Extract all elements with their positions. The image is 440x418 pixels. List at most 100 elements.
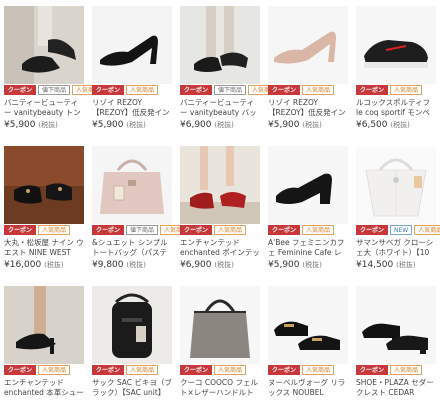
popular-badge: 人気商品 xyxy=(126,365,159,375)
badge-group: クーポン 人気商品 xyxy=(356,365,423,375)
product-card[interactable]: クーポン 値下商品 人気商品 バニティービューティー vanitybeauty … xyxy=(180,6,281,138)
product-price: ¥5,900 (税抜) xyxy=(268,260,322,270)
coupon-badge: クーポン xyxy=(4,225,37,235)
coupon-badge: クーポン xyxy=(268,225,301,235)
product-card[interactable]: クーポン 人気商品 エンチャンテッド enchanted 本革シューテ xyxy=(4,286,84,418)
product-image[interactable] xyxy=(356,286,436,364)
product-price: ¥6,500 (税抜) xyxy=(356,120,410,130)
badge-group: クーポン 人気商品 xyxy=(4,225,71,235)
badge-group: クーポン 人気商品 xyxy=(92,365,159,375)
badge-group: クーポン 人気商品 xyxy=(180,225,247,235)
popular-badge: 人気商品 xyxy=(390,365,423,375)
product-card[interactable]: クーポン 人気商品 ルコックスポルティフ le coq sportif モンペリ… xyxy=(356,6,436,138)
product-name[interactable]: SHOE・PLAZA セダークレスト CEDAR CREST キ xyxy=(356,378,436,398)
discount-badge: 値下商品 xyxy=(126,225,159,235)
product-card[interactable]: クーポン 人気商品 A'Bee フェミニンカフェ Feminine Cafe レ… xyxy=(268,146,348,278)
product-name[interactable]: リゾイ REZOY 【REZOY】低反発インソ xyxy=(268,98,348,118)
product-name[interactable]: リゾイ REZOY 【REZOY】低反発インソ xyxy=(92,98,172,118)
coupon-badge: クーポン xyxy=(180,365,213,375)
product-grid: クーポン 値下商品 人気商品 バニティービューティー vanitybeauty … xyxy=(0,0,440,400)
badge-group: クーポン 人気商品 xyxy=(92,85,159,95)
coupon-badge: クーポン xyxy=(356,225,389,235)
product-image[interactable] xyxy=(356,146,436,224)
popular-badge: 人気商品 xyxy=(214,365,247,375)
product-image[interactable] xyxy=(92,146,172,224)
product-name[interactable]: A'Bee フェミニンカフェ Feminine Cafe レディー xyxy=(268,238,348,258)
coupon-badge: クーポン xyxy=(268,365,301,375)
product-name[interactable]: ルコックスポルティフ le coq sportif モンペリエ II xyxy=(356,98,436,118)
popular-badge: 人気商品 xyxy=(302,365,335,375)
product-name[interactable]: 大丸・松坂屋 ナイン ウエスト NINE WEST xyxy=(4,238,84,258)
popular-badge: 人気商品 xyxy=(390,85,423,95)
product-image[interactable] xyxy=(180,286,260,364)
product-name[interactable]: &シュエット シンプルトートバッグ（パステル）(ベ xyxy=(92,238,172,258)
product-card[interactable]: クーポン NEW 人気商品 サマンサベガ クローシェ大（ホワイト）【10月上 ¥… xyxy=(356,146,440,278)
product-name[interactable]: ヌーベルヴォーグ リラックス NOUBEL VOUG xyxy=(268,378,348,398)
product-image[interactable] xyxy=(4,146,84,224)
product-card[interactable]: クーポン 人気商品 サック SAC ビキヨ（ブラック）【SAC unit】 xyxy=(92,286,172,418)
product-name[interactable]: サマンサベガ クローシェ大（ホワイト）【10月上 xyxy=(356,238,436,258)
product-price: ¥14,500 (税抜) xyxy=(356,260,416,270)
popular-badge: 人気商品 xyxy=(126,85,159,95)
product-name[interactable]: エンチャンテッド enchanted 本革シューテ xyxy=(4,378,84,398)
coupon-badge: クーポン xyxy=(356,365,389,375)
badge-group: クーポン 人気商品 xyxy=(268,225,335,235)
product-name[interactable]: バニティービューティー vanitybeauty バックジッ xyxy=(180,98,260,118)
product-name[interactable]: クーコ COOCO フェルト×レザーハンドルトートバッ xyxy=(180,378,260,398)
popular-badge: 人気商品 xyxy=(302,85,335,95)
coupon-badge: クーポン xyxy=(180,225,213,235)
coupon-badge: クーポン xyxy=(4,85,37,95)
product-image[interactable] xyxy=(180,146,260,224)
product-price: ¥9,800 (税抜) xyxy=(92,260,146,270)
product-card[interactable]: クーポン 値下商品 人気商品 &シュエット シンプルトートバッグ（パステル）(ベ… xyxy=(92,146,193,278)
coupon-badge: クーポン xyxy=(92,85,125,95)
product-card[interactable]: クーポン 人気商品 大丸・松坂屋 ナイン ウエスト NINE WEST ¥16,… xyxy=(4,146,84,278)
product-image[interactable] xyxy=(268,286,348,364)
product-card[interactable]: クーポン 人気商品 リゾイ REZOY 【REZOY】低反発インソ ¥5,900… xyxy=(268,6,348,138)
product-image[interactable] xyxy=(92,6,172,84)
popular-badge: 人気商品 xyxy=(302,225,335,235)
badge-group: クーポン 人気商品 xyxy=(268,365,335,375)
product-price: ¥5,900 (税抜) xyxy=(268,120,322,130)
product-image[interactable] xyxy=(268,6,348,84)
product-price: ¥5,900 (税抜) xyxy=(4,120,58,130)
product-price: ¥5,900 (税抜) xyxy=(92,120,146,130)
popular-badge: 人気商品 xyxy=(214,225,247,235)
product-image[interactable] xyxy=(4,286,84,364)
badge-group: クーポン 人気商品 xyxy=(356,85,423,95)
badge-group: クーポン 値下商品 人気商品 xyxy=(4,85,105,95)
popular-badge: 人気商品 xyxy=(38,365,71,375)
product-card[interactable]: クーポン 人気商品 リゾイ REZOY 【REZOY】低反発インソ ¥5,900… xyxy=(92,6,172,138)
product-image[interactable] xyxy=(180,6,260,84)
product-card[interactable]: クーポン 人気商品 エンチャンテッド enchanted ポインテッド ¥6,9… xyxy=(180,146,260,278)
product-name[interactable]: エンチャンテッド enchanted ポインテッド xyxy=(180,238,260,258)
product-image[interactable] xyxy=(4,6,84,84)
badge-group: クーポン NEW 人気商品 xyxy=(356,225,440,235)
badge-group: クーポン 人気商品 xyxy=(180,365,247,375)
popular-badge: 人気商品 xyxy=(414,225,440,235)
product-image[interactable] xyxy=(268,146,348,224)
product-card[interactable]: クーポン 値下商品 人気商品 バニティービューティー vanitybeauty … xyxy=(4,6,105,138)
popular-badge: 人気商品 xyxy=(38,225,71,235)
product-card[interactable]: クーポン 人気商品 クーコ COOCO フェルト×レザーハンドルトートバッ xyxy=(180,286,260,418)
badge-group: クーポン 値下商品 人気商品 xyxy=(92,225,193,235)
product-name[interactable]: サック SAC ビキヨ（ブラック）【SAC unit】 xyxy=(92,378,172,398)
product-price: ¥6,900 (税抜) xyxy=(180,260,234,270)
discount-badge: 値下商品 xyxy=(38,85,71,95)
badge-group: クーポン 値下商品 人気商品 xyxy=(180,85,281,95)
product-card[interactable]: クーポン 人気商品 ヌーベルヴォーグ リラックス NOUBEL VOUG xyxy=(268,286,348,418)
coupon-badge: クーポン xyxy=(268,85,301,95)
product-price: ¥16,000 (税抜) xyxy=(4,260,64,270)
product-image[interactable] xyxy=(356,6,436,84)
coupon-badge: クーポン xyxy=(92,225,125,235)
product-price: ¥6,900 (税抜) xyxy=(180,120,234,130)
discount-badge: 値下商品 xyxy=(214,85,247,95)
product-name[interactable]: バニティービューティー vanitybeauty トンガリパ xyxy=(4,98,84,118)
badge-group: クーポン 人気商品 xyxy=(268,85,335,95)
coupon-badge: クーポン xyxy=(180,85,213,95)
product-image[interactable] xyxy=(92,286,172,364)
new-badge: NEW xyxy=(390,225,413,235)
coupon-badge: クーポン xyxy=(4,365,37,375)
coupon-badge: クーポン xyxy=(92,365,125,375)
product-card[interactable]: クーポン 人気商品 SHOE・PLAZA セダークレスト CEDAR CREST… xyxy=(356,286,436,418)
